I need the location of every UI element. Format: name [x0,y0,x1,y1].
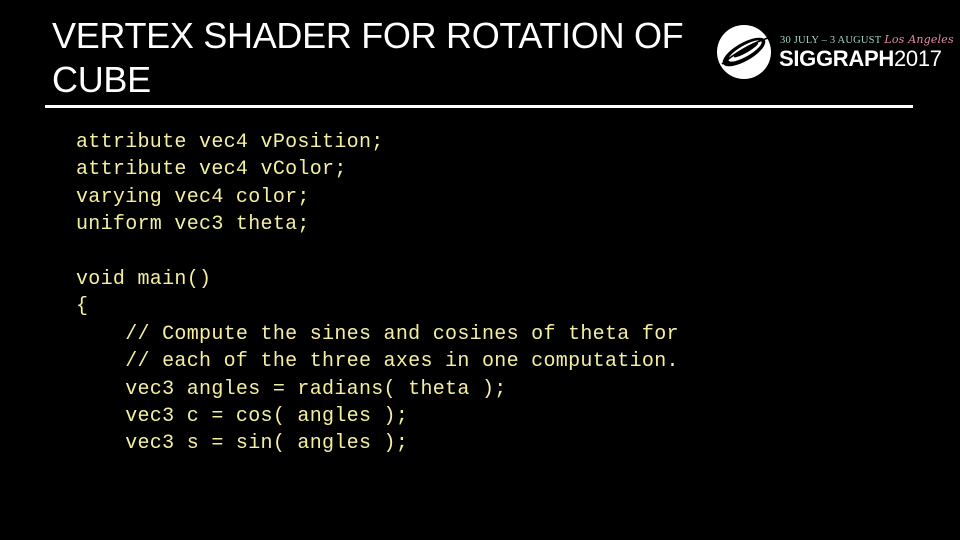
title-line-2: CUBE [52,59,151,100]
title-line-1: VERTEX SHADER FOR ROTATION OF [52,15,684,56]
code-line: attribute vec4 vColor; [76,158,347,182]
event-date-range: 30 JULY – 3 AUGUST [780,35,882,46]
siggraph-swirl-icon [717,25,771,79]
code-line: uniform vec3 theta; [76,213,310,237]
code-line: vec3 c = cos( angles ); [76,404,409,428]
siggraph-logo: 30 JULY – 3 AUGUST Los Angeles SIGGRAPH20… [716,22,954,82]
code-comment-line: // Compute the sines and cosines of thet… [76,322,679,346]
code-line: void main() [76,267,212,291]
slide: VERTEX SHADER FOR ROTATION OF CUBE 30 JU… [0,0,960,540]
code-line: varying vec4 color; [76,185,310,209]
event-city: Los Angeles [884,33,954,46]
code-line: { [76,295,89,319]
code-comment-line: // each of the three axes in one computa… [76,350,679,374]
code-line: vec3 angles = radians( theta ); [76,377,507,401]
event-year: 2017 [893,46,942,71]
event-brand: SIGGRAPH [779,46,894,71]
slide-title: VERTEX SHADER FOR ROTATION OF CUBE [52,14,732,102]
code-line: vec3 s = sin( angles ); [76,432,409,456]
code-line: attribute vec4 vPosition; [76,131,384,154]
title-underline [45,105,913,108]
event-dates: 30 JULY – 3 AUGUST Los Angeles [780,33,954,46]
shader-code-block: attribute vec4 vPosition; attribute vec4 … [76,129,679,458]
event-name: SIGGRAPH2017 [779,47,942,71]
